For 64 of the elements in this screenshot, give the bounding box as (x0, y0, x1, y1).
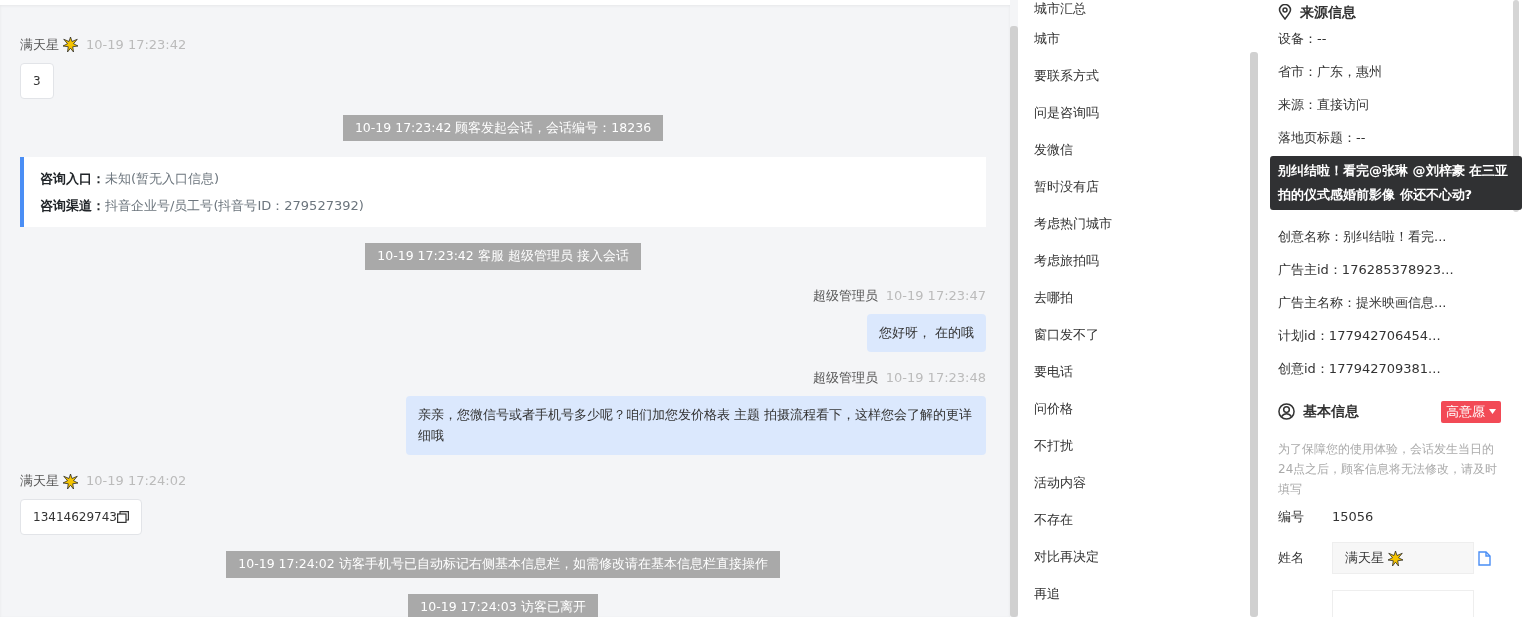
field-value: 15056 (1332, 507, 1374, 526)
quick-reply-item[interactable]: 要联系方式 (1034, 57, 1234, 94)
timestamp: 10-19 17:23:48 (885, 370, 986, 386)
tooltip: 别纠结啦！看完@张琳 @刘梓豪 在三亚拍的仪式感婚前影像 你还不心动? (1270, 156, 1522, 210)
notice-text: 为了保障您的使用体验，会话发生当日的24点之后，顾客信息将无法修改，请及时填写 (1278, 440, 1499, 498)
quick-reply-item[interactable]: 发微信 (1034, 131, 1234, 168)
sender-name: 超级管理员 (812, 288, 878, 303)
star-icon (1388, 550, 1403, 566)
location-pin-icon (1278, 4, 1292, 20)
sender-name: 满天星 (20, 472, 59, 491)
source-field: 设备：-- (1278, 22, 1501, 55)
info-label: 咨询入口： (40, 170, 105, 189)
star-icon (63, 37, 78, 53)
system-message: 10-19 17:24:02 访客手机号已自动标记右侧基本信息栏，如需修改请在基本信息栏直接操作 (226, 550, 780, 578)
quick-reply-item[interactable]: 暂时没有店 (1034, 168, 1234, 205)
message-bubble: 3 (20, 62, 54, 99)
system-message: 10-19 17:24:03 访客已离开 (408, 593, 598, 617)
section-title: 基本信息 (1303, 402, 1359, 422)
copy-icon[interactable] (117, 510, 129, 523)
scrollbar[interactable] (1010, 26, 1018, 617)
name-field[interactable]: 满天星 (1332, 542, 1474, 574)
quick-reply-item[interactable]: 要电话 (1034, 353, 1234, 390)
source-field: 来源：直接访问 (1278, 88, 1501, 121)
quick-reply-item[interactable]: 城市 (1034, 20, 1234, 57)
source-field: 广告主名称：提米映画信息... (1278, 286, 1501, 319)
source-field: 计划id：177942706454... (1278, 319, 1501, 352)
quick-reply-item[interactable]: 去哪拍 (1034, 279, 1234, 316)
message-bubble: 您好呀， 在的哦 (866, 313, 986, 353)
star-icon (63, 473, 78, 489)
quick-reply-item[interactable]: 考虑热门城市 (1034, 205, 1234, 242)
timestamp: 10-19 17:24:02 (86, 472, 187, 491)
sender-name: 满天星 (20, 36, 59, 54)
timestamp: 10-19 17:23:47 (885, 288, 986, 303)
source-field: 创意id：177942709381... (1278, 352, 1501, 385)
section-title: 来源信息 (1300, 2, 1356, 22)
timestamp: 10-19 17:23:42 (86, 36, 187, 54)
quick-reply-item[interactable]: 不打扰 (1034, 427, 1234, 464)
quick-reply-item[interactable]: 活动内容 (1034, 464, 1234, 501)
quick-reply-item[interactable]: 考虑旅拍吗 (1034, 242, 1234, 279)
source-field: 创意名称：别纠结啦！看完... (1278, 220, 1501, 253)
scrollbar[interactable] (1250, 52, 1258, 617)
quick-reply-item[interactable]: 再追 (1034, 575, 1234, 612)
message-bubble: 13414629743 (20, 498, 142, 535)
quick-reply-item[interactable]: 问是咨询吗 (1034, 94, 1234, 131)
quick-reply-item[interactable]: 窗口发不了 (1034, 316, 1234, 353)
field-label: 编号 (1278, 507, 1305, 526)
quick-reply-item[interactable]: 城市汇总 (1034, 0, 1234, 20)
system-message: 10-19 17:23:42 顾客发起会话，会话编号：18236 (342, 114, 664, 142)
source-field: 省市：广东，惠州 (1278, 55, 1501, 88)
message-bubble: 亲亲，您微信号或者手机号多少呢？咱们加您发价格表 主题 拍摄流程看下，这样您会了解的更详细哦 (406, 395, 986, 456)
field-label: 姓名 (1278, 549, 1305, 568)
info-label: 咨询渠道： (40, 197, 105, 216)
source-field: 广告主id：176285378923... (1278, 253, 1501, 286)
info-value: 未知(暂无入口信息) (105, 170, 220, 189)
system-message: 10-19 17:23:42 客服 超级管理员 接入会话 (365, 243, 641, 270)
quick-reply-item[interactable]: 不存在 (1034, 501, 1234, 538)
scrollbar[interactable] (1513, 0, 1519, 212)
quick-reply-item[interactable]: 对比再决定 (1034, 538, 1234, 575)
user-circle-icon (1278, 403, 1295, 421)
quick-reply-item[interactable]: 问价格 (1034, 390, 1234, 427)
source-field: 落地页标题：-- (1278, 121, 1501, 154)
info-value: 抖音企业号/员工号(抖音号ID：279527392) (105, 197, 364, 216)
intent-dropdown[interactable]: 高意愿 (1441, 401, 1501, 423)
sender-name: 超级管理员 (812, 370, 878, 386)
